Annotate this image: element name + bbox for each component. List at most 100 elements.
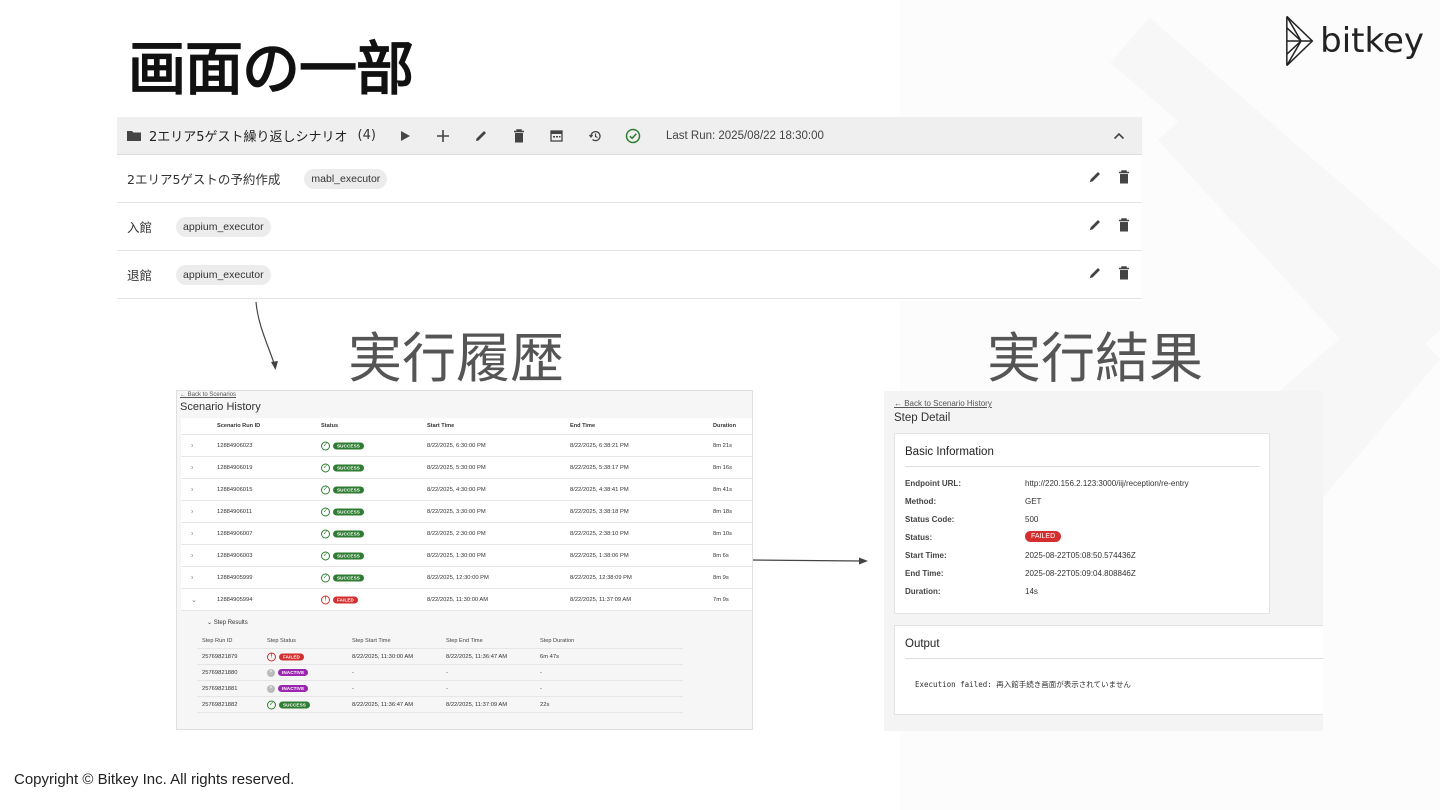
scenario-step-row[interactable]: 2エリア5ゲストの予約作成 mabl_executor — [117, 155, 1142, 203]
status-badge: SUCCESS — [333, 464, 364, 471]
copyright: Copyright © Bitkey Inc. All rights reser… — [14, 771, 295, 788]
edit-icon[interactable] — [1088, 266, 1102, 283]
history-title: Scenario History — [180, 401, 261, 413]
step-name: 入館 — [127, 220, 153, 235]
end-time: 8/22/2025, 12:38:09 PM — [570, 574, 632, 581]
column-header: Status — [321, 423, 339, 429]
inactive-icon: × — [267, 684, 275, 693]
detail-field: Duration: 14s — [905, 587, 1261, 601]
check-circle-icon: ✓ — [321, 463, 330, 472]
back-to-scenarios-link[interactable]: ← Back to Scenarios — [180, 392, 236, 398]
table-row[interactable]: › 12884906019 ✓ SUCCESS 8/22/2025, 5:30:00 P… — [181, 457, 752, 479]
start-time: 8/22/2025, 3:30:00 PM — [427, 508, 486, 515]
table-row[interactable]: › 12884906011 ✓ SUCCESS 8/22/2025, 3:30:00 P… — [181, 501, 752, 523]
field-label: Start Time: — [905, 551, 947, 560]
step-end-time: - — [446, 669, 448, 676]
output-card: Output Execution failed: 再入館手続き画面が表示されてい… — [894, 625, 1323, 715]
play-icon[interactable] — [396, 127, 414, 145]
delete-icon[interactable] — [1118, 218, 1130, 235]
status-badge: INACTIVE — [278, 669, 309, 676]
chevron-right-icon[interactable]: › — [191, 464, 193, 471]
end-time: 8/22/2025, 11:37:09 AM — [570, 596, 632, 603]
check-circle-icon: ✓ — [321, 529, 330, 538]
chevron-down-icon: ⌄ — [207, 620, 214, 626]
status-cell: ✓ SUCCESS — [321, 573, 364, 582]
chevron-down-icon[interactable]: ⌄ — [191, 596, 197, 604]
chevron-right-icon[interactable]: › — [191, 552, 193, 559]
basic-information-card: Basic Information Endpoint URL: http://22… — [894, 433, 1270, 614]
calendar-icon[interactable] — [548, 127, 566, 145]
column-header: End Time — [570, 423, 596, 429]
folder-icon — [127, 131, 141, 141]
check-circle-icon: ✓ — [321, 551, 330, 560]
step-run-id: 25769821880 — [202, 669, 238, 676]
end-time: 8/22/2025, 1:38:06 PM — [570, 552, 629, 559]
step-result-row[interactable]: 25769821880 × INACTIVE - - - — [197, 665, 683, 681]
check-circle-icon: ✓ — [321, 485, 330, 494]
step-result-row[interactable]: 25769821881 × INACTIVE - - - — [197, 681, 683, 697]
delete-icon[interactable] — [1118, 170, 1130, 187]
step-start-time: 8/22/2025, 11:36:47 AM — [352, 701, 414, 708]
detail-field: Endpoint URL: http://220.156.2.123:3000/i… — [905, 479, 1261, 493]
field-value: 14s — [1025, 587, 1038, 596]
step-end-time: 8/22/2025, 11:36:47 AM — [446, 653, 508, 660]
start-time: 8/22/2025, 2:30:00 PM — [427, 530, 486, 537]
history-table: Scenario Run ID Status Start Time End Ti… — [181, 418, 752, 611]
check-circle-icon: ✓ — [267, 700, 276, 709]
edit-icon[interactable] — [1088, 218, 1102, 235]
table-row[interactable]: › 12884906023 ✓ SUCCESS 8/22/2025, 6:30:00 P… — [181, 435, 752, 457]
step-duration: - — [540, 685, 542, 692]
scenario-header[interactable]: 2エリア5ゲスト繰り返しシナリオ (4) Last Run: 2025/08/2… — [117, 117, 1142, 155]
delete-icon[interactable] — [510, 127, 528, 145]
step-results-header-row: Step Run ID Step Status Step Start Time … — [197, 633, 683, 649]
scenario-step-row[interactable]: 退館 appium_executor — [117, 251, 1142, 299]
table-row[interactable]: ⌄ 12884905994! FAILED 8/22/2025, 11:30:00 A… — [181, 589, 752, 611]
chevron-right-icon[interactable]: › — [191, 508, 193, 515]
error-icon: ! — [321, 595, 330, 604]
status-cell: ! FAILED — [321, 595, 358, 604]
step-result-row[interactable]: 25769821879! FAILED 8/22/2025, 11:30:00 AM… — [197, 649, 683, 665]
chevron-right-icon[interactable]: › — [191, 442, 193, 449]
output-text: Execution failed: 再入館手続き画面が表示されていません — [915, 680, 1131, 689]
table-row[interactable]: › 12884905999 ✓ SUCCESS 8/22/2025, 12:30:00 … — [181, 567, 752, 589]
scenario-step-count: (4) — [357, 128, 376, 143]
column-header: Step End Time — [446, 637, 483, 644]
chevron-right-icon[interactable]: › — [191, 486, 193, 493]
edit-icon[interactable] — [1088, 170, 1102, 187]
step-results-title[interactable]: ⌄ Step Results — [207, 619, 248, 626]
chevron-right-icon[interactable]: › — [191, 574, 193, 581]
status-cell: ✓ SUCCESS — [321, 507, 364, 516]
status-badge: SUCCESS — [333, 552, 364, 559]
chevron-up-icon[interactable] — [1110, 127, 1128, 145]
step-detail-title: Step Detail — [894, 412, 951, 424]
delete-icon[interactable] — [1118, 266, 1130, 283]
chevron-right-icon[interactable]: › — [191, 530, 193, 537]
step-result-row[interactable]: 25769821882 ✓ SUCCESS 8/22/2025, 11:36:47 A… — [197, 697, 683, 713]
bitkey-logo-mark-icon — [1286, 15, 1314, 67]
column-header: Step Duration — [540, 637, 575, 644]
back-to-history-link[interactable]: ← Back to Scenario History — [894, 399, 992, 408]
check-circle-icon — [624, 127, 642, 145]
field-value: GET — [1025, 497, 1042, 506]
basic-information-title: Basic Information — [905, 446, 994, 458]
start-time: 8/22/2025, 12:30:00 PM — [427, 574, 489, 581]
status-badge: FAILED — [1025, 531, 1062, 542]
add-icon[interactable] — [434, 127, 452, 145]
field-value: 500 — [1025, 515, 1039, 524]
step-end-time: 8/22/2025, 11:37:09 AM — [446, 701, 508, 708]
table-row[interactable]: › 12884906015 ✓ SUCCESS 8/22/2025, 4:30:00 P… — [181, 479, 752, 501]
edit-icon[interactable] — [472, 127, 490, 145]
run-id: 12884906015 — [217, 486, 253, 493]
status-badge: INACTIVE — [278, 685, 309, 692]
step-name: 退館 — [127, 268, 153, 283]
duration: 8m 16s — [713, 464, 733, 471]
history-icon[interactable] — [586, 127, 604, 145]
check-circle-icon: ✓ — [321, 573, 330, 582]
step-run-id: 25769821882 — [202, 701, 238, 708]
check-circle-icon: ✓ — [321, 507, 330, 516]
table-row[interactable]: › 12884906003 ✓ SUCCESS 8/22/2025, 1:30:00 P… — [181, 545, 752, 567]
scenario-panel: 2エリア5ゲスト繰り返しシナリオ (4) Last Run: 2025/08/2… — [117, 117, 1142, 301]
table-row[interactable]: › 12884906007 ✓ SUCCESS 8/22/2025, 2:30:00 P… — [181, 523, 752, 545]
scenario-step-row[interactable]: 入館 appium_executor — [117, 203, 1142, 251]
run-id: 12884905994 — [217, 596, 253, 603]
